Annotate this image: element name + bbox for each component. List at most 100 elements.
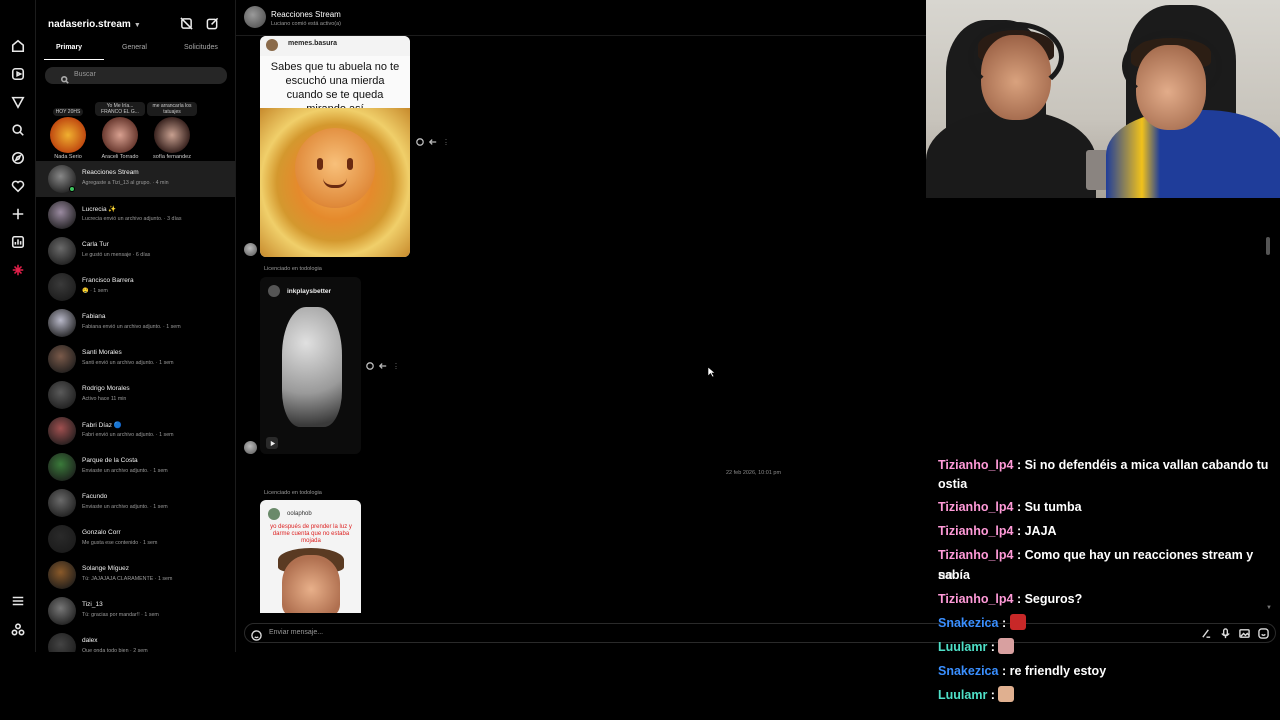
shared-post-card[interactable]: oolaphob yo después de prender la luz y … bbox=[260, 500, 361, 613]
thread-name: Rodrigo Morales bbox=[82, 385, 130, 392]
account-switcher[interactable]: nadaserio.stream ▼ bbox=[48, 19, 141, 30]
explore-icon[interactable] bbox=[10, 150, 26, 166]
avatar bbox=[48, 489, 76, 517]
thread-item[interactable]: Facundo Enviaste un archivo adjunto. · 1 … bbox=[36, 485, 235, 521]
thread-preview: 🤤 · 1 sem bbox=[82, 288, 108, 294]
shared-reel-card[interactable]: inkplaysbetter bbox=[260, 277, 361, 454]
thread-item[interactable]: dalex Que onda todo bien · 2 sem bbox=[36, 629, 235, 652]
thread-name: Carla Tur bbox=[82, 241, 109, 248]
reply-icon[interactable] bbox=[379, 362, 387, 370]
screen: nadaserio.stream ▼ Primary General Solici… bbox=[0, 0, 1280, 720]
react-icon[interactable] bbox=[366, 362, 374, 370]
sender-avatar[interactable] bbox=[244, 441, 257, 454]
active-tab-indicator bbox=[44, 59, 104, 60]
react-icon[interactable] bbox=[416, 138, 424, 146]
compose-icon[interactable] bbox=[206, 17, 220, 31]
send-icon[interactable] bbox=[10, 94, 26, 110]
heart-icon[interactable] bbox=[10, 178, 26, 194]
thread-name: Reacciones Stream bbox=[82, 169, 139, 176]
thread-item[interactable]: Gonzalo Corr Me gusta ese contenido · 1 s… bbox=[36, 521, 235, 557]
message-actions bbox=[366, 362, 400, 370]
streamer-right bbox=[1106, 110, 1280, 198]
chat-username: Tizianho_lp4 bbox=[938, 500, 1014, 514]
stream-chat-overlay: Tizianho_lp4 : Si no defendéis a mica va… bbox=[934, 455, 1274, 720]
emote-icon bbox=[1009, 614, 1026, 630]
emoji-icon[interactable] bbox=[251, 628, 262, 641]
thread-item[interactable]: Lucrecia ✨ Lucrecia envió un archivo adju… bbox=[36, 197, 235, 233]
sunflower-image bbox=[260, 108, 410, 257]
search-icon[interactable] bbox=[10, 122, 26, 138]
note-name: Araceli Torrado bbox=[101, 154, 139, 160]
thread-item[interactable]: Fabiana Fabiana envió un archivo adjunto.… bbox=[36, 305, 235, 341]
avatar bbox=[48, 273, 76, 301]
search-input[interactable]: Buscar bbox=[45, 67, 227, 84]
avatar bbox=[48, 525, 76, 553]
thread-preview: Que onda todo bien · 2 sem bbox=[82, 648, 148, 652]
create-icon[interactable] bbox=[10, 206, 26, 222]
thread-preview: Tú: JAJAJAJA CLARAMENTE · 1 sem bbox=[82, 576, 173, 582]
reply-icon[interactable] bbox=[429, 138, 437, 146]
thread-name: Gonzalo Corr bbox=[82, 529, 121, 536]
chat-message: ostia bbox=[938, 474, 1270, 494]
thread-item[interactable]: Fabri Díaz 🔵 Fabri envió un archivo adjun… bbox=[36, 413, 235, 449]
chat-message: Tizianho_lp4 : Si no defendéis a mica va… bbox=[938, 455, 1270, 475]
chat-username: Snakezica bbox=[938, 616, 999, 630]
home-icon[interactable] bbox=[10, 38, 26, 54]
post-header: memes.basura bbox=[260, 36, 410, 56]
scrollbar[interactable] bbox=[1266, 237, 1270, 255]
chat-separator: : bbox=[1013, 524, 1025, 538]
dashboard-icon[interactable] bbox=[10, 234, 26, 250]
thread-name: Solange Míguez bbox=[82, 565, 129, 572]
meta-icon[interactable] bbox=[10, 621, 26, 637]
post-handle: memes.basura bbox=[288, 40, 338, 47]
conversation-header[interactable]: Reacciones Stream Luciano comió está act… bbox=[236, 0, 926, 36]
mute-notes-icon[interactable] bbox=[180, 17, 194, 31]
thread-preview: Enviaste un archivo adjunto. · 1 sem bbox=[82, 468, 168, 474]
play-icon[interactable] bbox=[266, 437, 278, 449]
note-item[interactable]: Yo Me Iría... FRANCO EL G... Araceli Tor… bbox=[94, 100, 146, 160]
thread-preview: Me gusta ese contenido · 1 sem bbox=[82, 540, 158, 546]
account-name: nadaserio.stream bbox=[48, 19, 131, 30]
headphones bbox=[968, 22, 1064, 92]
avatar bbox=[48, 345, 76, 373]
thread-item[interactable]: Reacciones Stream Agregaste a Tizi_13 al … bbox=[36, 161, 235, 197]
tab-requests[interactable]: Solicitudes bbox=[184, 44, 218, 51]
eye bbox=[317, 158, 323, 170]
shared-post-card[interactable]: memes.basura Sabes que tu abuela no te e… bbox=[260, 36, 410, 257]
chat-text: JAJA bbox=[1024, 524, 1057, 538]
thread-item[interactable]: Solange Míguez Tú: JAJAJAJA CLARAMENTE · … bbox=[36, 557, 235, 593]
thread-item[interactable]: Carla Tur Le gustó un mensaje · 6 días bbox=[36, 233, 235, 269]
chat-message: Tizianho_lp4 : Su tumba bbox=[938, 497, 1270, 517]
thread-preview: Agregaste a Tizi_13 al grupo. · 4 min bbox=[82, 180, 169, 186]
streamer-left bbox=[926, 110, 1096, 198]
note-item[interactable]: me arrancaría los tatuajes sofía fernand… bbox=[146, 100, 198, 160]
tab-primary[interactable]: Primary bbox=[56, 44, 82, 51]
thread-item[interactable]: Francisco Barrera 🤤 · 1 sem bbox=[36, 269, 235, 305]
avatar bbox=[154, 117, 190, 153]
thread-name: dalex bbox=[82, 637, 98, 644]
reels-icon[interactable] bbox=[10, 66, 26, 82]
note-item[interactable]: HOY 20HS Nada Serio bbox=[42, 100, 94, 160]
more-icon[interactable] bbox=[442, 138, 450, 146]
chat-text: ostia bbox=[938, 477, 968, 491]
thread-item[interactable]: Parque de la Costa Enviaste un archivo ad… bbox=[36, 449, 235, 485]
sender-avatar[interactable] bbox=[244, 243, 257, 256]
inbox-tabs: Primary General Solicitudes bbox=[36, 42, 235, 60]
more-icon[interactable] bbox=[392, 362, 400, 370]
avatar bbox=[48, 561, 76, 589]
chat-separator: : bbox=[1013, 500, 1025, 514]
threads-icon[interactable] bbox=[10, 262, 26, 278]
thread-preview: Santi envió un archivo adjunto. · 1 sem bbox=[82, 360, 174, 366]
avatar bbox=[48, 633, 76, 652]
thread-item[interactable]: Santi Morales Santi envió un archivo adju… bbox=[36, 341, 235, 377]
chat-text: Si no defendéis a mica vallan cabando tu bbox=[1024, 458, 1269, 472]
thread-item[interactable]: Rodrigo Morales Activo hace 11 min bbox=[36, 377, 235, 413]
emote-icon bbox=[998, 638, 1015, 654]
tab-general[interactable]: General bbox=[122, 44, 147, 51]
chat-separator: : bbox=[987, 688, 999, 702]
menu-icon[interactable] bbox=[10, 593, 26, 609]
chat-username: Tizianho_lp4 bbox=[938, 592, 1014, 606]
thread-item[interactable]: Tizi_13 Tú: gracias por mandar!! · 1 sem bbox=[36, 593, 235, 629]
avatar bbox=[48, 237, 76, 265]
message-label: Licenciado en todologia bbox=[264, 266, 322, 272]
